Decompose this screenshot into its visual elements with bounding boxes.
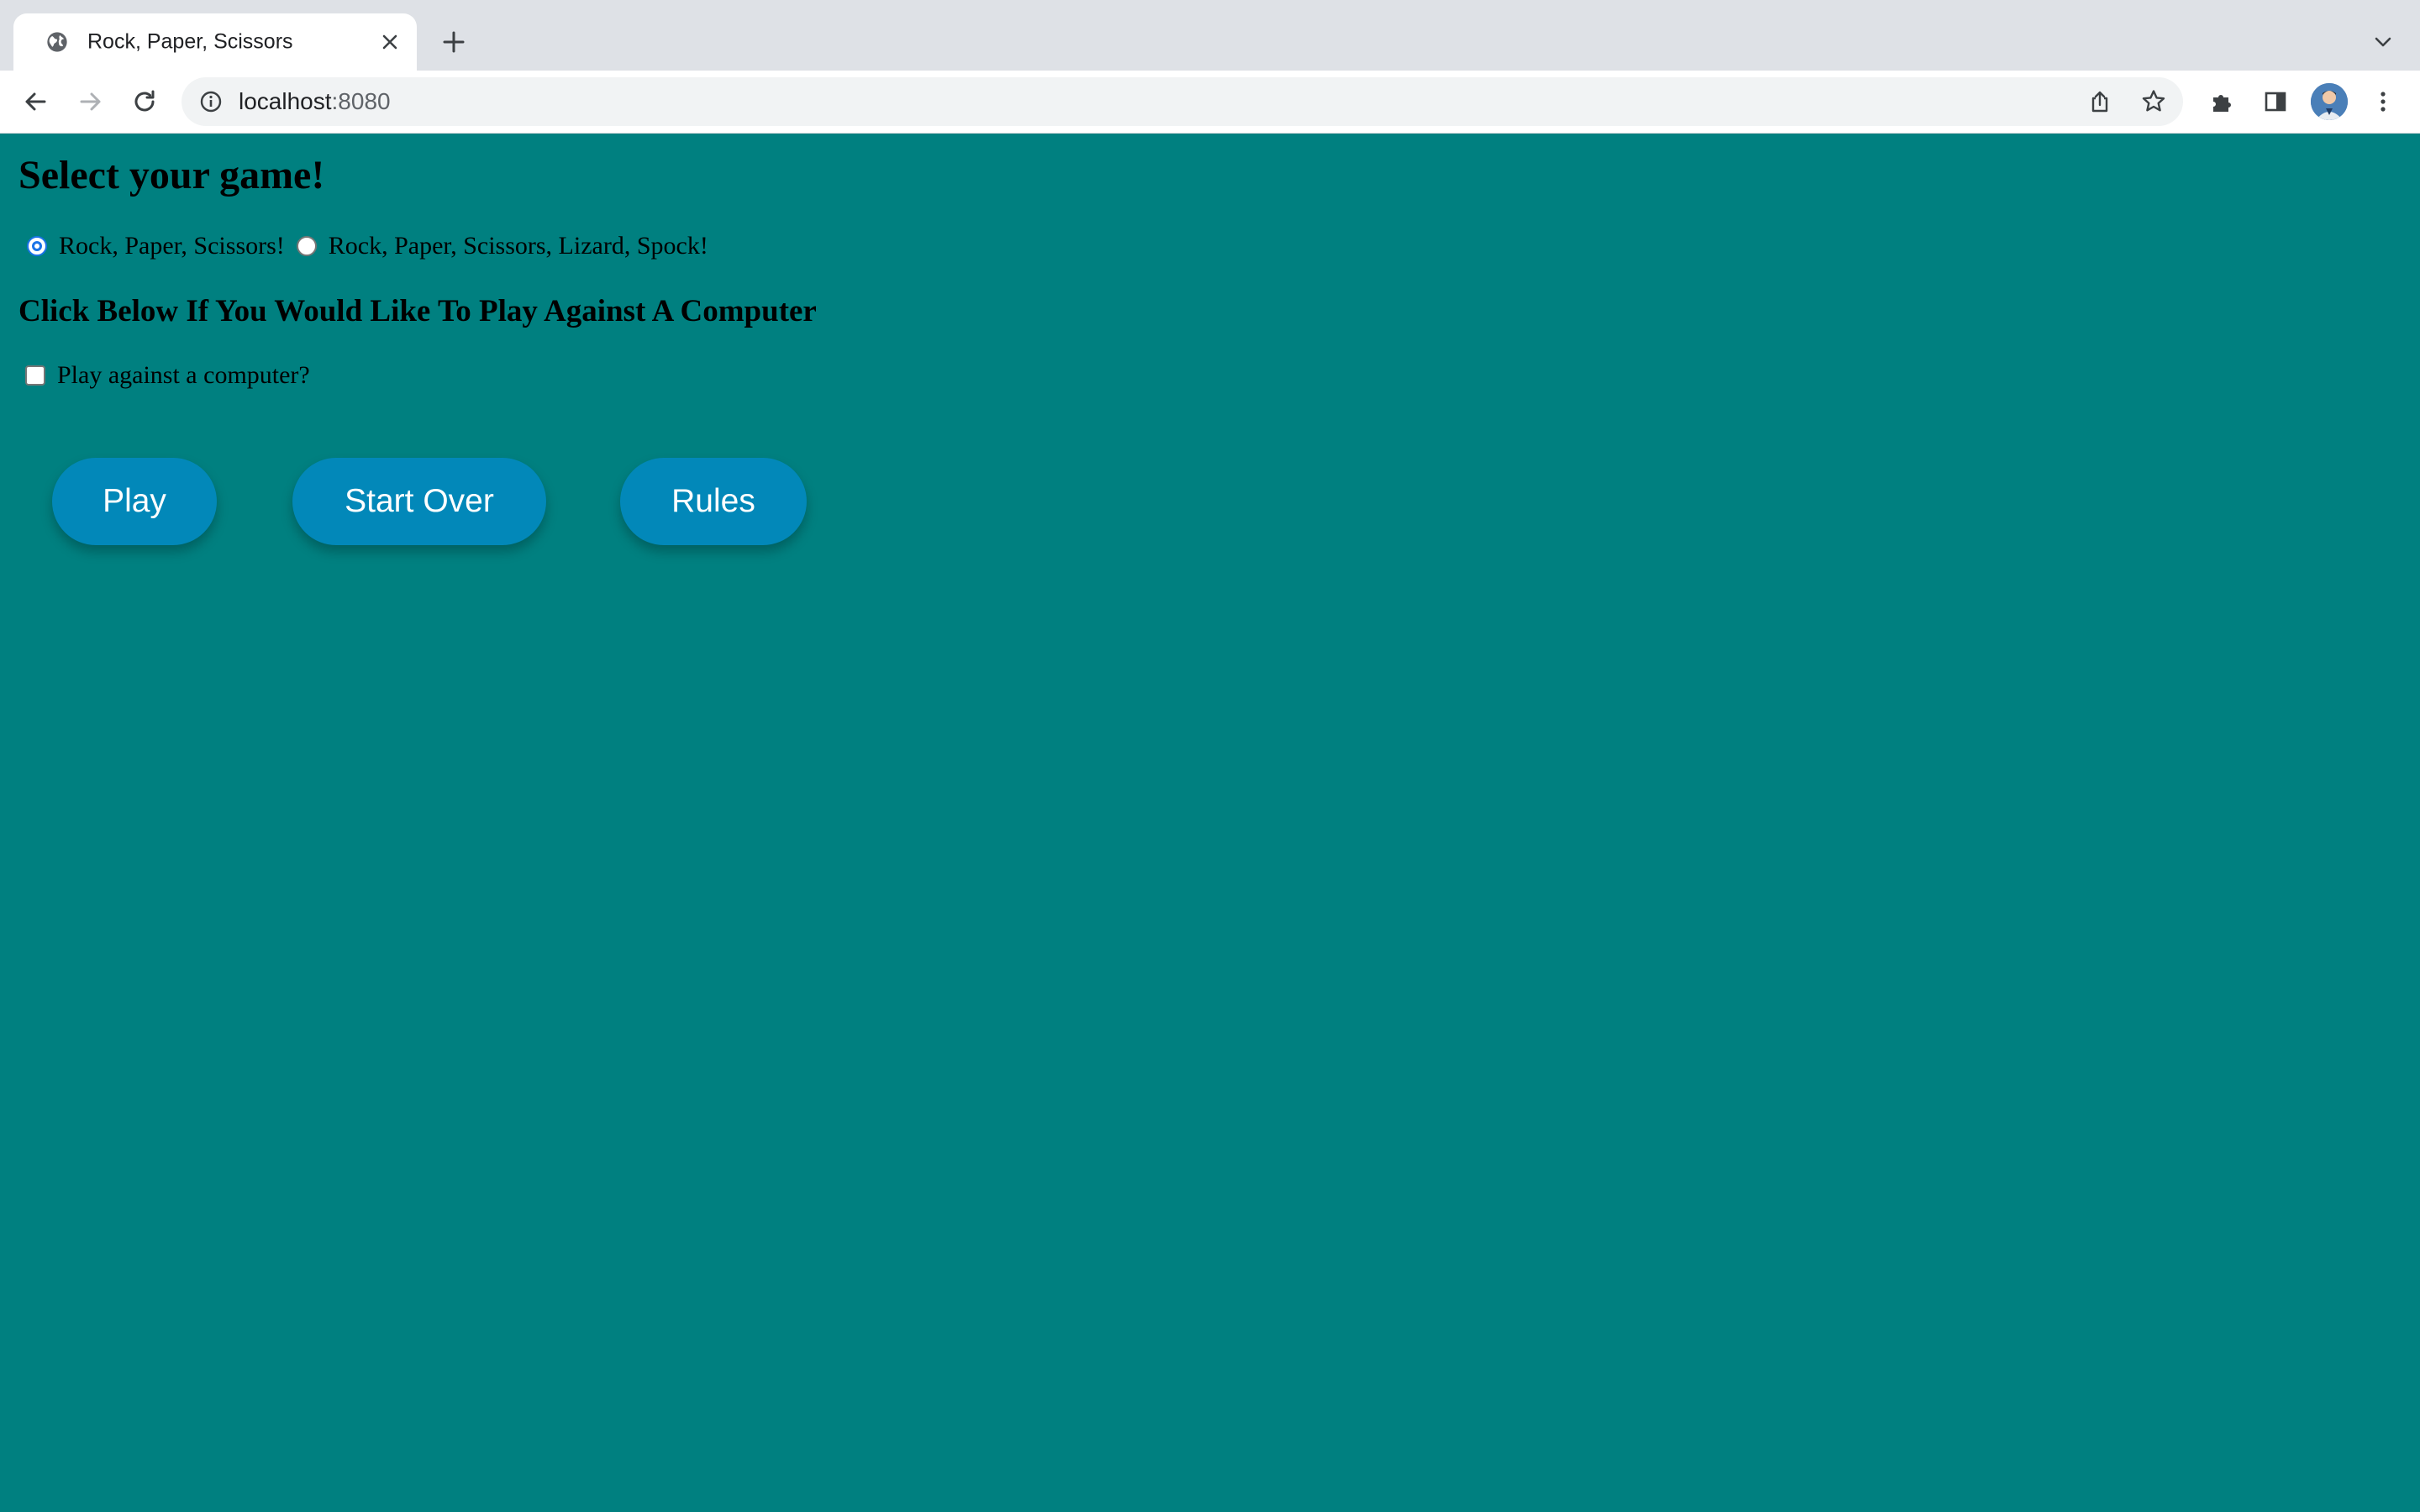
back-arrow-icon[interactable]: [18, 85, 52, 118]
computer-option: Play against a computer?: [18, 359, 310, 392]
radio-rps-label[interactable]: Rock, Paper, Scissors!: [59, 232, 285, 260]
game-selector: Rock, Paper, Scissors! Rock, Paper, Scis…: [18, 229, 712, 263]
tab-strip: Rock, Paper, Scissors: [0, 0, 2420, 71]
share-icon[interactable]: [2086, 87, 2114, 116]
reload-icon[interactable]: [128, 85, 161, 118]
info-icon[interactable]: [198, 89, 224, 114]
close-icon[interactable]: [376, 29, 403, 55]
url-host: localhost: [239, 88, 332, 114]
browser-tab[interactable]: Rock, Paper, Scissors: [13, 13, 417, 71]
start-over-button[interactable]: Start Over: [292, 458, 546, 545]
tab-title: Rock, Paper, Scissors: [87, 29, 293, 54]
avatar[interactable]: [2311, 83, 2348, 120]
browser-toolbar: localhost:8080: [0, 71, 2420, 134]
puzzle-icon[interactable]: [2205, 85, 2238, 118]
side-panel-icon[interactable]: [2259, 85, 2292, 118]
plus-icon[interactable]: [437, 25, 471, 59]
page-title: Select your game!: [18, 153, 325, 197]
globe-icon: [45, 30, 69, 54]
radio-rpsls[interactable]: [296, 236, 317, 256]
rules-button[interactable]: Rules: [620, 458, 807, 545]
computer-heading: Click Below If You Would Like To Play Ag…: [18, 294, 817, 328]
forward-arrow-icon[interactable]: [74, 85, 108, 118]
computer-checkbox[interactable]: [25, 365, 45, 386]
url-text[interactable]: localhost:8080: [239, 88, 391, 115]
radio-rps[interactable]: [27, 236, 47, 256]
address-bar[interactable]: localhost:8080: [182, 77, 2183, 126]
page-viewport: Select your game! Rock, Paper, Scissors!…: [0, 134, 2420, 1512]
play-button[interactable]: Play: [52, 458, 217, 545]
url-port: :8080: [331, 88, 391, 114]
kebab-menu-icon[interactable]: [2366, 85, 2400, 118]
chevron-down-icon[interactable]: [2366, 25, 2400, 59]
computer-checkbox-label[interactable]: Play against a computer?: [57, 361, 310, 390]
radio-rpsls-label[interactable]: Rock, Paper, Scissors, Lizard, Spock!: [329, 232, 708, 260]
star-icon[interactable]: [2139, 87, 2168, 116]
